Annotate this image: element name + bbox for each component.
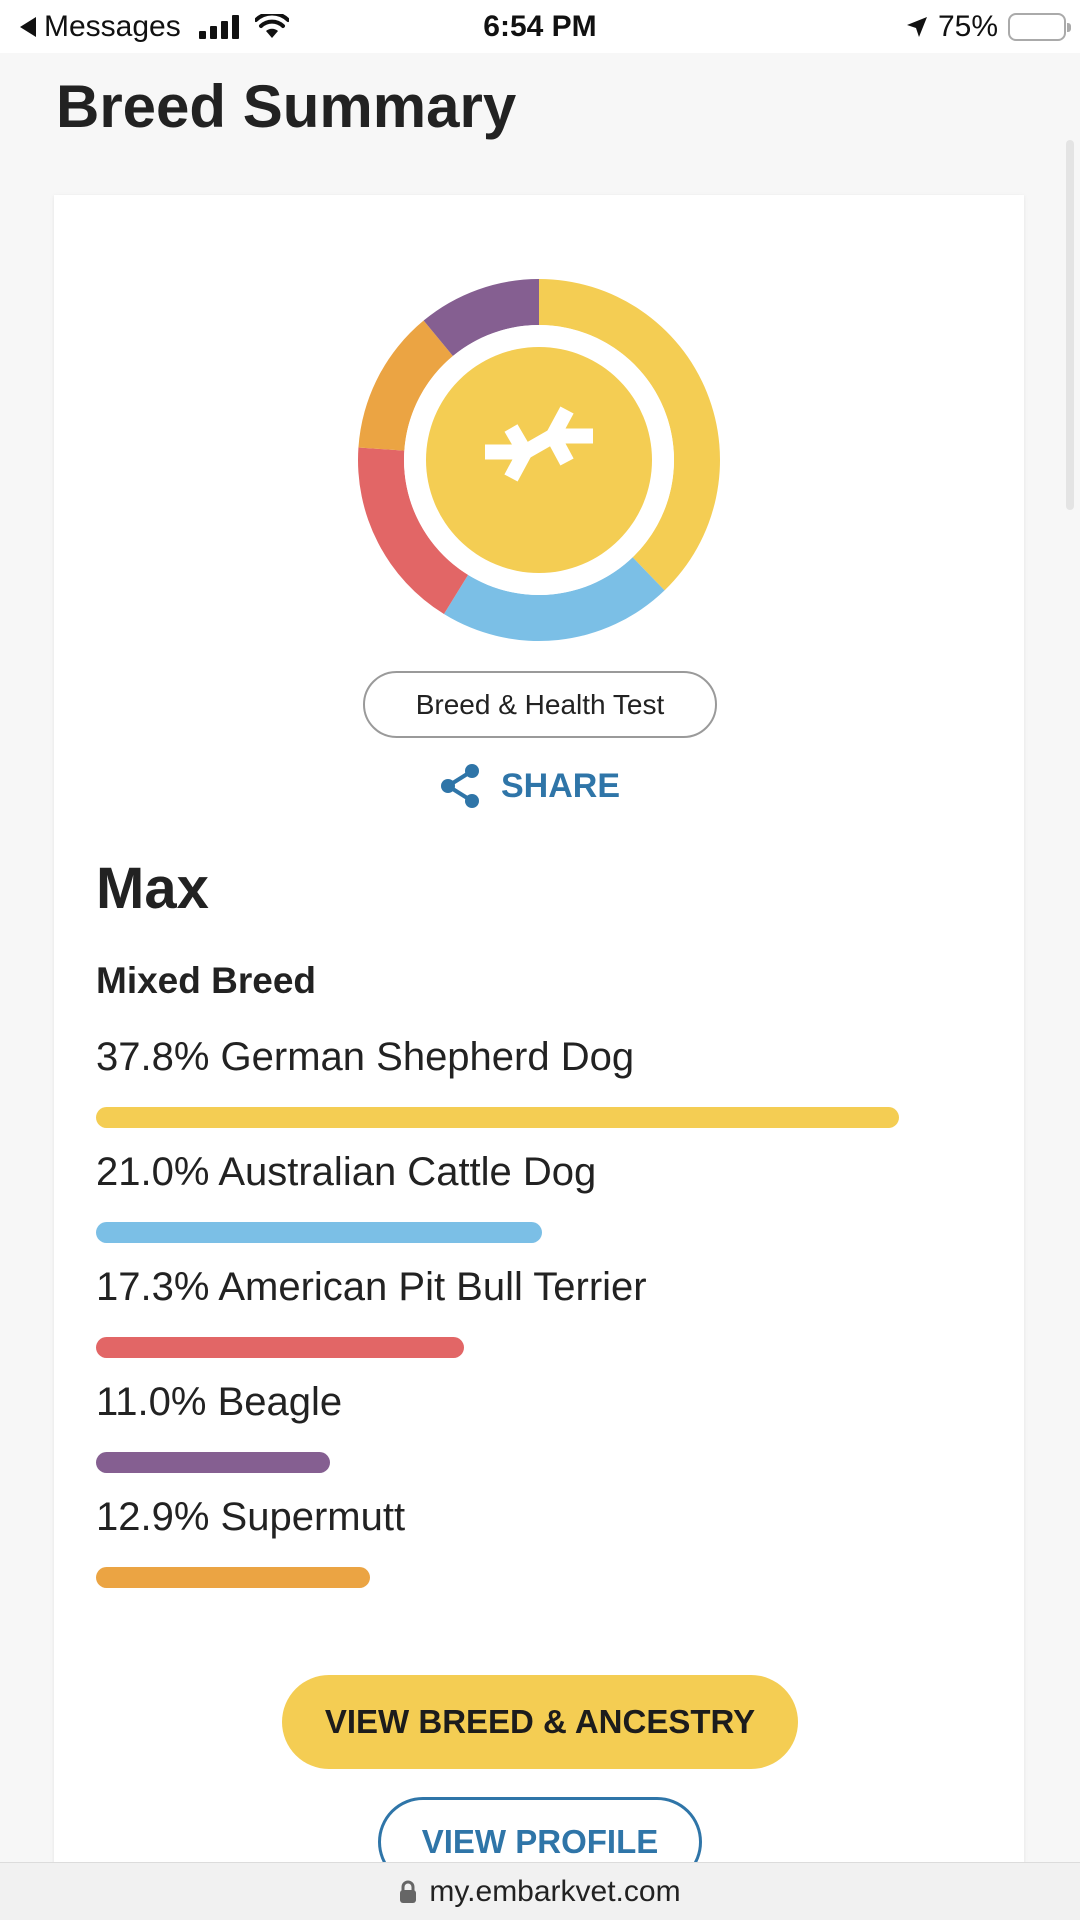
breed-label: 21.0% Australian Cattle Dog <box>96 1150 597 1194</box>
test-type-badge: Breed & Health Test <box>363 671 717 738</box>
breed-bar <box>96 1222 542 1243</box>
status-bar: Messages 6:54 PM 75% <box>0 0 1080 53</box>
battery-percent: 75% <box>937 10 998 43</box>
breed-item: 37.8% German Shepherd Dog <box>96 1035 986 1150</box>
breed-item: 11.0% Beagle <box>96 1380 986 1495</box>
breed-bar <box>96 1567 370 1588</box>
lock-icon <box>400 1880 417 1903</box>
breed-type: Mixed Breed <box>96 960 317 1001</box>
breed-bar <box>96 1107 899 1128</box>
breed-item: 17.3% American Pit Bull Terrier <box>96 1265 986 1380</box>
breed-item: 12.9% Supermutt <box>96 1495 986 1610</box>
breed-label: 17.3% American Pit Bull Terrier <box>96 1265 647 1309</box>
page-title: Breed Summary <box>56 73 517 140</box>
dog-name: Max <box>96 856 209 921</box>
embark-logo-icon <box>485 406 593 482</box>
breed-list: 37.8% German Shepherd Dog 21.0% Australi… <box>96 1035 986 1610</box>
breed-item: 21.0% Australian Cattle Dog <box>96 1150 986 1265</box>
breed-label: 12.9% Supermutt <box>96 1495 406 1539</box>
share-button[interactable]: SHARE <box>439 763 620 809</box>
location-arrow-icon <box>906 17 927 37</box>
share-icon <box>441 764 479 808</box>
breed-summary-card: Breed & Health Test SHARE Max Mixed Bree… <box>54 195 1024 1887</box>
scrollbar[interactable] <box>1066 140 1074 510</box>
breed-label: 37.8% German Shepherd Dog <box>96 1035 635 1079</box>
status-right: 75% <box>906 10 1071 44</box>
breed-bar <box>96 1452 330 1473</box>
breed-label: 11.0% Beagle <box>96 1380 343 1424</box>
breed-bar <box>96 1337 464 1358</box>
ancestry-donut-chart <box>356 277 722 643</box>
view-breed-ancestry-button[interactable]: VIEW BREED & ANCESTRY <box>282 1675 798 1769</box>
battery-icon <box>1008 13 1071 41</box>
browser-address-bar[interactable]: my.embarkvet.com <box>0 1862 1080 1920</box>
url-text: my.embarkvet.com <box>429 1874 681 1908</box>
share-label: SHARE <box>501 766 621 805</box>
